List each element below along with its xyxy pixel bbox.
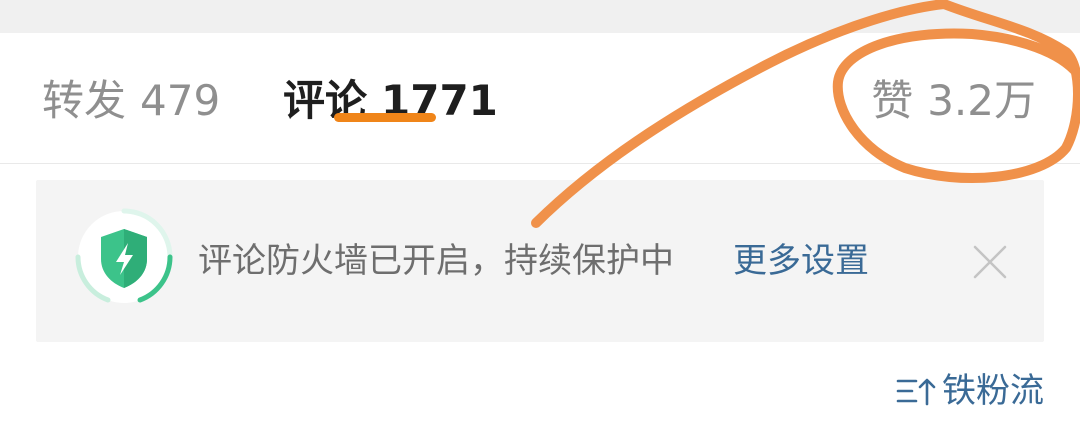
- sort-label: 铁粉流: [942, 371, 1044, 411]
- comment-section: 转发 479 评论 1771 赞 3.2万 评论防火墙已开启，持续保护中 更多设置: [0, 0, 1080, 443]
- comment-firewall-notice: 评论防火墙已开启，持续保护中 更多设置: [36, 180, 1044, 342]
- tab-likes[interactable]: 赞 3.2万: [871, 73, 1036, 129]
- tab-repost-label: 转发: [42, 76, 127, 125]
- more-settings-link[interactable]: 更多设置: [733, 238, 869, 284]
- tab-likes-label: 赞: [871, 76, 914, 125]
- close-icon[interactable]: [972, 244, 1008, 280]
- tab-likes-count: 3.2万: [927, 76, 1036, 125]
- top-strip: [0, 0, 1080, 33]
- sort-icon: [896, 378, 936, 406]
- active-tab-indicator: [334, 113, 436, 122]
- shield-lightning-icon: [74, 207, 174, 307]
- sort-toggle[interactable]: 铁粉流: [896, 368, 1044, 414]
- notice-text: 评论防火墙已开启，持续保护中: [198, 241, 674, 281]
- divider: [0, 163, 1080, 164]
- tab-repost[interactable]: 转发 479: [42, 73, 220, 129]
- tab-repost-count: 479: [140, 76, 221, 125]
- tab-bar: 转发 479 评论 1771 赞 3.2万: [0, 33, 1080, 163]
